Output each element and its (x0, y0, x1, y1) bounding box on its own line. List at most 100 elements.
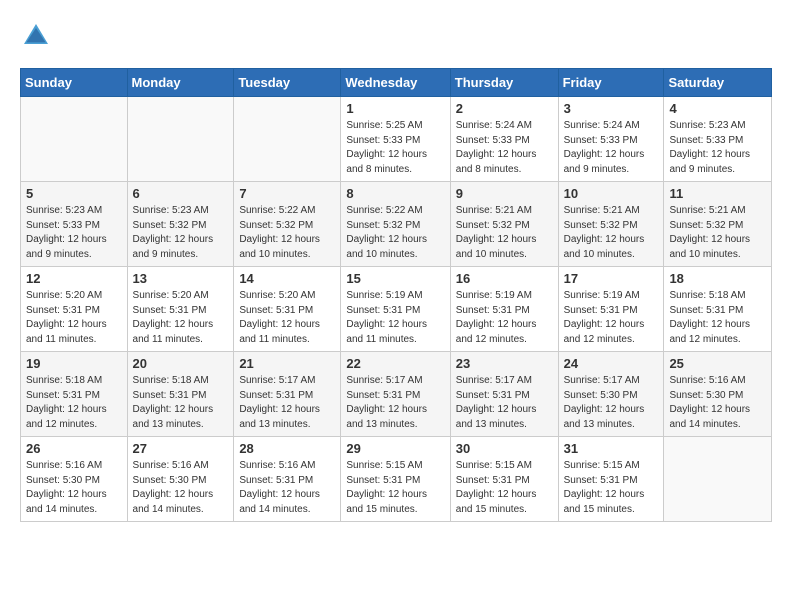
day-cell-1: 1 Sunrise: 5:25 AMSunset: 5:33 PMDaylight… (341, 97, 450, 182)
day-number: 26 (26, 441, 122, 456)
day-cell-19: 19Sunrise: 5:18 AMSunset: 5:31 PMDayligh… (21, 352, 128, 437)
day-number: 2 (456, 101, 553, 116)
day-info: Sunrise: 5:24 AMSunset: 5:33 PMDaylight:… (456, 119, 553, 177)
day-info: Sunrise: 5:16 AMSunset: 5:30 PMDaylight:… (669, 374, 766, 432)
day-info: Sunrise: 5:15 AMSunset: 5:31 PMDaylight:… (346, 459, 444, 517)
day-cell-8: 8 Sunrise: 5:22 AMSunset: 5:32 PMDaylight… (341, 182, 450, 267)
day-number: 3 (564, 101, 659, 116)
day-cell-23: 23 Sunrise: 5:17 AMSunset: 5:31 PMDayligh… (450, 352, 558, 437)
day-info: Sunrise: 5:23 AMSunset: 5:32 PMDaylight:… (133, 204, 229, 262)
day-cell-15: 15 Sunrise: 5:19 AMSunset: 5:31 PMDayligh… (341, 267, 450, 352)
day-cell-empty-0-2 (234, 97, 341, 182)
week-row-5: 26 Sunrise: 5:16 AMSunset: 5:30 PMDayligh… (21, 437, 772, 522)
day-number: 20 (133, 356, 229, 371)
day-cell-13: 13 Sunrise: 5:20 AMSunset: 5:31 PMDayligh… (127, 267, 234, 352)
header-row: SundayMondayTuesdayWednesdayThursdayFrid… (21, 69, 772, 97)
day-info: Sunrise: 5:23 AMSunset: 5:33 PMDaylight:… (26, 204, 122, 262)
day-info: Sunrise: 5:15 AMSunset: 5:31 PMDaylight:… (456, 459, 553, 517)
day-info: Sunrise: 5:24 AMSunset: 5:33 PMDaylight:… (564, 119, 659, 177)
day-cell-17: 17 Sunrise: 5:19 AMSunset: 5:31 PMDayligh… (558, 267, 664, 352)
day-cell-empty-0-1 (127, 97, 234, 182)
day-cell-16: 16 Sunrise: 5:19 AMSunset: 5:31 PMDayligh… (450, 267, 558, 352)
day-number: 11 (669, 186, 766, 201)
day-info: Sunrise: 5:17 AMSunset: 5:31 PMDaylight:… (456, 374, 553, 432)
day-cell-27: 27 Sunrise: 5:16 AMSunset: 5:30 PMDayligh… (127, 437, 234, 522)
day-number: 1 (346, 101, 444, 116)
day-number: 31 (564, 441, 659, 456)
week-row-2: 5 Sunrise: 5:23 AMSunset: 5:33 PMDaylight… (21, 182, 772, 267)
day-number: 9 (456, 186, 553, 201)
day-info: Sunrise: 5:21 AMSunset: 5:32 PMDaylight:… (669, 204, 766, 262)
day-number: 23 (456, 356, 553, 371)
day-number: 30 (456, 441, 553, 456)
day-cell-30: 30 Sunrise: 5:15 AMSunset: 5:31 PMDayligh… (450, 437, 558, 522)
calendar-body: 1 Sunrise: 5:25 AMSunset: 5:33 PMDaylight… (21, 97, 772, 522)
day-info: Sunrise: 5:17 AMSunset: 5:30 PMDaylight:… (564, 374, 659, 432)
day-cell-28: 28Sunrise: 5:16 AMSunset: 5:31 PMDayligh… (234, 437, 341, 522)
day-number: 29 (346, 441, 444, 456)
day-cell-18: 18Sunrise: 5:18 AMSunset: 5:31 PMDayligh… (664, 267, 772, 352)
day-cell-25: 25 Sunrise: 5:16 AMSunset: 5:30 PMDayligh… (664, 352, 772, 437)
day-number: 22 (346, 356, 444, 371)
week-row-1: 1 Sunrise: 5:25 AMSunset: 5:33 PMDaylight… (21, 97, 772, 182)
week-row-3: 12 Sunrise: 5:20 AMSunset: 5:31 PMDayligh… (21, 267, 772, 352)
day-info: Sunrise: 5:20 AMSunset: 5:31 PMDaylight:… (26, 289, 122, 347)
day-cell-4: 4 Sunrise: 5:23 AMSunset: 5:33 PMDaylight… (664, 97, 772, 182)
calendar-header: SundayMondayTuesdayWednesdayThursdayFrid… (21, 69, 772, 97)
day-number: 25 (669, 356, 766, 371)
day-number: 7 (239, 186, 335, 201)
day-info: Sunrise: 5:15 AMSunset: 5:31 PMDaylight:… (564, 459, 659, 517)
day-cell-empty-0-0 (21, 97, 128, 182)
day-number: 16 (456, 271, 553, 286)
day-cell-10: 10Sunrise: 5:21 AMSunset: 5:32 PMDayligh… (558, 182, 664, 267)
day-cell-empty-4-6 (664, 437, 772, 522)
header-day-sunday: Sunday (21, 69, 128, 97)
day-info: Sunrise: 5:18 AMSunset: 5:31 PMDaylight:… (133, 374, 229, 432)
day-number: 17 (564, 271, 659, 286)
calendar-table: SundayMondayTuesdayWednesdayThursdayFrid… (20, 68, 772, 522)
day-number: 15 (346, 271, 444, 286)
day-number: 13 (133, 271, 229, 286)
day-info: Sunrise: 5:25 AMSunset: 5:33 PMDaylight:… (346, 119, 444, 177)
day-number: 5 (26, 186, 122, 201)
day-cell-11: 11 Sunrise: 5:21 AMSunset: 5:32 PMDayligh… (664, 182, 772, 267)
day-info: Sunrise: 5:20 AMSunset: 5:31 PMDaylight:… (239, 289, 335, 347)
day-cell-21: 21Sunrise: 5:17 AMSunset: 5:31 PMDayligh… (234, 352, 341, 437)
day-cell-14: 14Sunrise: 5:20 AMSunset: 5:31 PMDayligh… (234, 267, 341, 352)
day-cell-29: 29 Sunrise: 5:15 AMSunset: 5:31 PMDayligh… (341, 437, 450, 522)
day-info: Sunrise: 5:17 AMSunset: 5:31 PMDaylight:… (346, 374, 444, 432)
header-day-tuesday: Tuesday (234, 69, 341, 97)
day-number: 12 (26, 271, 122, 286)
day-cell-24: 24Sunrise: 5:17 AMSunset: 5:30 PMDayligh… (558, 352, 664, 437)
logo-icon (20, 20, 52, 52)
day-number: 6 (133, 186, 229, 201)
day-cell-31: 31 Sunrise: 5:15 AMSunset: 5:31 PMDayligh… (558, 437, 664, 522)
day-number: 21 (239, 356, 335, 371)
day-cell-22: 22 Sunrise: 5:17 AMSunset: 5:31 PMDayligh… (341, 352, 450, 437)
day-info: Sunrise: 5:23 AMSunset: 5:33 PMDaylight:… (669, 119, 766, 177)
day-info: Sunrise: 5:18 AMSunset: 5:31 PMDaylight:… (669, 289, 766, 347)
header-day-wednesday: Wednesday (341, 69, 450, 97)
day-info: Sunrise: 5:18 AMSunset: 5:31 PMDaylight:… (26, 374, 122, 432)
day-info: Sunrise: 5:22 AMSunset: 5:32 PMDaylight:… (346, 204, 444, 262)
header-day-thursday: Thursday (450, 69, 558, 97)
week-row-4: 19Sunrise: 5:18 AMSunset: 5:31 PMDayligh… (21, 352, 772, 437)
day-info: Sunrise: 5:21 AMSunset: 5:32 PMDaylight:… (564, 204, 659, 262)
day-info: Sunrise: 5:19 AMSunset: 5:31 PMDaylight:… (456, 289, 553, 347)
day-info: Sunrise: 5:19 AMSunset: 5:31 PMDaylight:… (346, 289, 444, 347)
day-number: 4 (669, 101, 766, 116)
day-cell-12: 12 Sunrise: 5:20 AMSunset: 5:31 PMDayligh… (21, 267, 128, 352)
day-cell-9: 9Sunrise: 5:21 AMSunset: 5:32 PMDaylight… (450, 182, 558, 267)
day-number: 27 (133, 441, 229, 456)
day-info: Sunrise: 5:19 AMSunset: 5:31 PMDaylight:… (564, 289, 659, 347)
day-cell-20: 20 Sunrise: 5:18 AMSunset: 5:31 PMDayligh… (127, 352, 234, 437)
day-info: Sunrise: 5:20 AMSunset: 5:31 PMDaylight:… (133, 289, 229, 347)
header-day-monday: Monday (127, 69, 234, 97)
logo (20, 20, 56, 52)
day-number: 8 (346, 186, 444, 201)
day-cell-7: 7Sunrise: 5:22 AMSunset: 5:32 PMDaylight… (234, 182, 341, 267)
header-day-saturday: Saturday (664, 69, 772, 97)
page-header (20, 20, 772, 52)
day-number: 28 (239, 441, 335, 456)
day-info: Sunrise: 5:16 AMSunset: 5:30 PMDaylight:… (133, 459, 229, 517)
